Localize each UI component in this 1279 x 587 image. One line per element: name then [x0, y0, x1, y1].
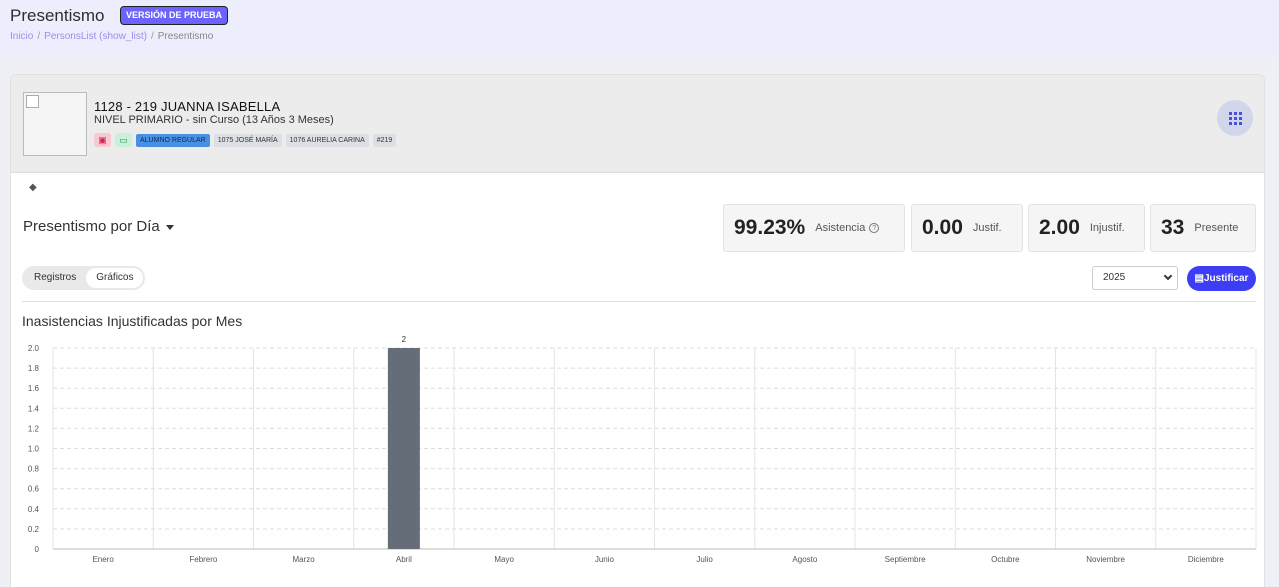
stat-value: 2.00 — [1039, 216, 1080, 239]
x-tick-label: Enero — [92, 555, 114, 564]
x-tick-label: Abril — [396, 555, 412, 564]
x-tick-label: Septiembre — [885, 555, 926, 564]
y-tick-label: 1.4 — [28, 404, 40, 413]
x-tick-label: Marzo — [293, 555, 316, 564]
breadcrumb-home-link[interactable]: Inicio — [10, 31, 33, 42]
view-tabs: Registros Gráficos — [22, 266, 146, 290]
tutor-tag: 1076 AURELIA CARINA — [285, 133, 369, 147]
apps-menu-button[interactable] — [1217, 100, 1253, 136]
justify-label: Justificar — [1203, 273, 1249, 284]
trial-version-badge: VERSIÓN DE PRUEBA — [120, 6, 229, 25]
data-label: 2 — [402, 335, 407, 344]
page-header: Presentismo VERSIÓN DE PRUEBA Inicio / Per… — [0, 0, 1279, 54]
year-value: 2025 — [1103, 272, 1126, 283]
stat-value: 33 — [1161, 216, 1185, 239]
y-tick-label: 1.8 — [28, 364, 40, 373]
attendance-card: 1128 - 219 JUANNA ISABELLA NIVEL PRIMARI… — [10, 74, 1265, 587]
y-tick-label: 0 — [35, 545, 40, 554]
view-selector[interactable]: Presentismo por Día — [23, 218, 174, 235]
x-tick-label: Noviembre — [1086, 555, 1125, 564]
monitor-icon[interactable]: ▭ — [115, 133, 132, 147]
stat-attendance: 99.23% Asistencia? — [723, 204, 905, 252]
stat-value: 99.23% — [734, 216, 806, 239]
x-tick-label: Diciembre — [1188, 555, 1225, 564]
chevron-down-icon — [1163, 271, 1173, 281]
stat-justified: 0.00 Justif. — [911, 204, 1023, 252]
justify-icon: ▤ — [1194, 273, 1204, 284]
caret-down-icon — [165, 224, 174, 230]
person-photo — [23, 92, 87, 156]
x-tick-label: Octubre — [991, 555, 1020, 564]
tag-icon[interactable]: ◆ — [29, 182, 37, 193]
y-tick-label: 0.2 — [28, 525, 40, 534]
y-tick-label: 0.6 — [28, 485, 40, 494]
x-tick-label: Febrero — [189, 555, 218, 564]
person-tags: ▣ ▭ ALUMNO REGULAR 1075 JOSÉ MARÍA 1076 … — [94, 133, 397, 147]
grid-icon — [1228, 111, 1242, 125]
stat-label: Justif. — [972, 222, 1002, 234]
stat-label: Injustif. — [1089, 222, 1125, 234]
page-title: Presentismo — [10, 6, 105, 25]
justify-button[interactable]: ▤Justificar — [1187, 266, 1256, 291]
y-tick-label: 1.2 — [28, 424, 40, 433]
stat-value: 0.00 — [922, 216, 963, 239]
stat-label: Presente — [1194, 222, 1239, 234]
stat-unjustified: 2.00 Injustif. — [1028, 204, 1145, 252]
x-tick-label: Julio — [696, 555, 713, 564]
id-tag: #219 — [372, 133, 397, 147]
person-profile: 1128 - 219 JUANNA ISABELLA NIVEL PRIMARI… — [11, 75, 1264, 173]
person-name: 1128 - 219 JUANNA ISABELLA — [94, 99, 281, 114]
breadcrumb: Inicio / PersonsList (show_list) / Presentis… — [10, 31, 214, 42]
x-tick-label: Junio — [595, 555, 615, 564]
bar-chart: 0 0.2 0.4 0.6 0.8 1.0 1.2 1.4 1.6 1.8 2.0 Enero Febr… — [28, 335, 1257, 564]
breadcrumb-current: Presentismo — [157, 31, 214, 42]
stat-label: Asistencia — [815, 222, 866, 234]
chart-title: Inasistencias Injustificadas por Mes — [22, 313, 243, 329]
status-tag: ALUMNO REGULAR — [136, 133, 210, 147]
y-tick-label: 0.8 — [28, 465, 40, 474]
section-title: Presentismo por Día — [23, 218, 160, 235]
x-tick-label: Mayo — [494, 555, 514, 564]
id-card-icon[interactable]: ▣ — [94, 133, 111, 147]
y-tick-label: 1.6 — [28, 384, 40, 393]
divider — [22, 301, 1256, 302]
tutor-tag: 1075 JOSÉ MARÍA — [213, 133, 282, 147]
x-tick-label: Agosto — [792, 555, 817, 564]
y-tick-label: 0.4 — [28, 505, 40, 514]
help-icon[interactable]: ? — [869, 223, 880, 233]
bar — [387, 348, 420, 549]
y-tick-label: 1.0 — [28, 445, 40, 454]
person-subtitle: NIVEL PRIMARIO - sin Curso (13 Años 3 Me… — [94, 114, 334, 126]
year-select[interactable]: 2025 — [1092, 266, 1178, 290]
y-tick-label: 2.0 — [28, 344, 40, 353]
tab-registros[interactable]: Registros — [24, 268, 86, 288]
breadcrumb-persons-link[interactable]: PersonsList (show_list) — [44, 31, 147, 42]
stat-present: 33 Presente — [1150, 204, 1256, 252]
tab-graficos[interactable]: Gráficos — [86, 268, 144, 288]
